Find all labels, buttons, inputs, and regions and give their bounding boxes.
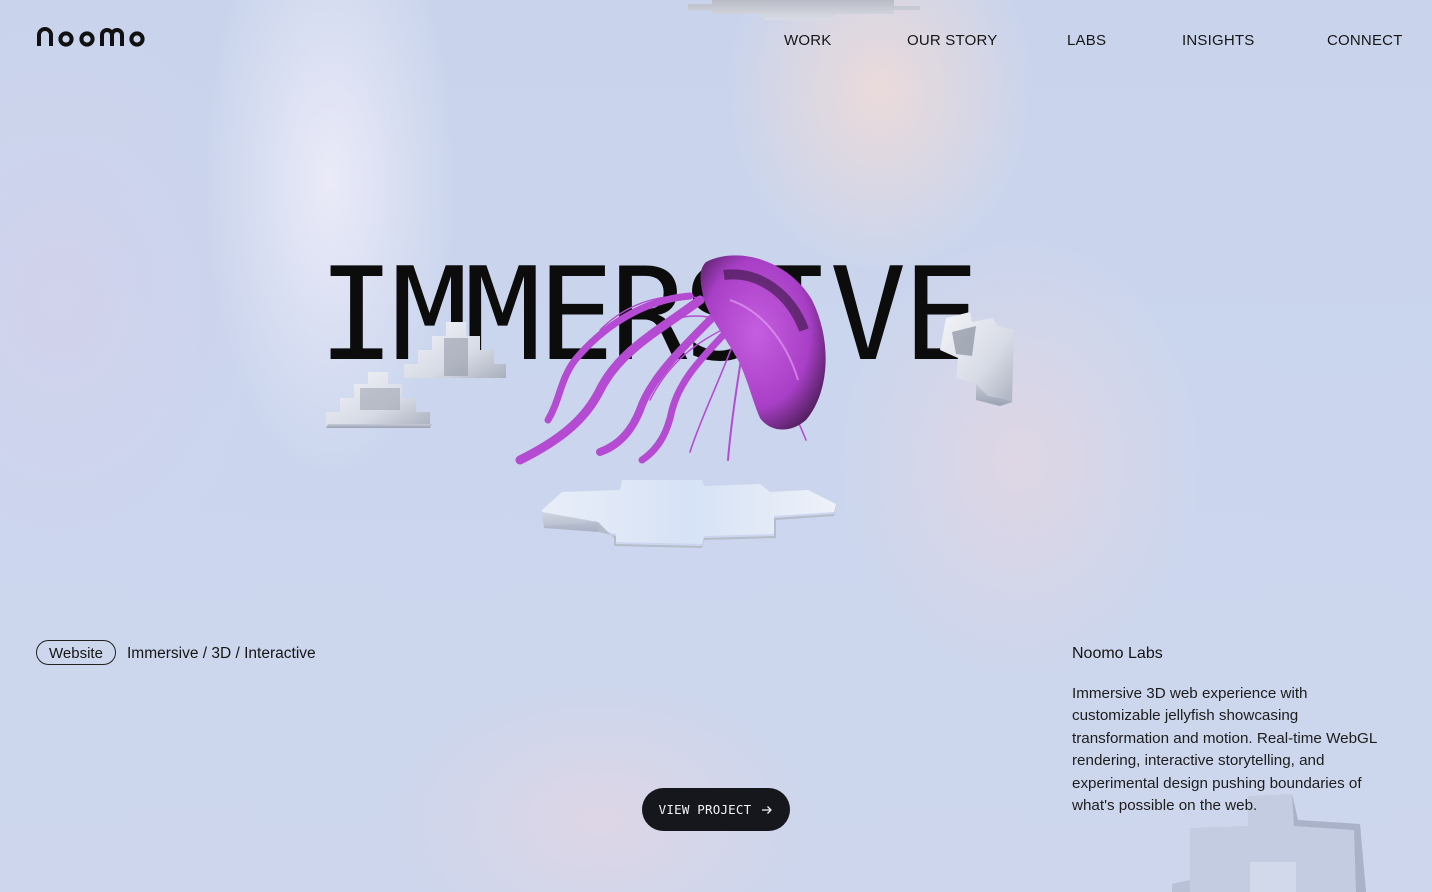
nav-link-labs[interactable]: LABS <box>1067 32 1106 49</box>
hero-title: IMMERSIVE <box>318 241 980 390</box>
nav-link-insights[interactable]: INSIGHTS <box>1182 32 1254 49</box>
noomo-logo[interactable]: noomo <box>36 24 148 52</box>
nav-link-connect[interactable]: CONNECT <box>1327 32 1403 49</box>
project-type-badge: Website <box>36 640 116 665</box>
floating-platform <box>542 480 836 548</box>
view-project-button[interactable]: VIEW PROJECT <box>642 788 790 831</box>
top-block-decoration <box>688 0 920 20</box>
project-description: Immersive 3D web experience with customi… <box>1072 685 1377 815</box>
view-project-label: VIEW PROJECT <box>658 802 752 817</box>
nav-link-work[interactable]: WORK <box>784 32 831 49</box>
nav-link-our-story[interactable]: OUR STORY <box>907 32 997 49</box>
project-name: Noomo Labs <box>1072 645 1163 662</box>
arrow-right-icon <box>762 805 773 814</box>
project-categories: Immersive / 3D / Interactive <box>127 645 316 662</box>
